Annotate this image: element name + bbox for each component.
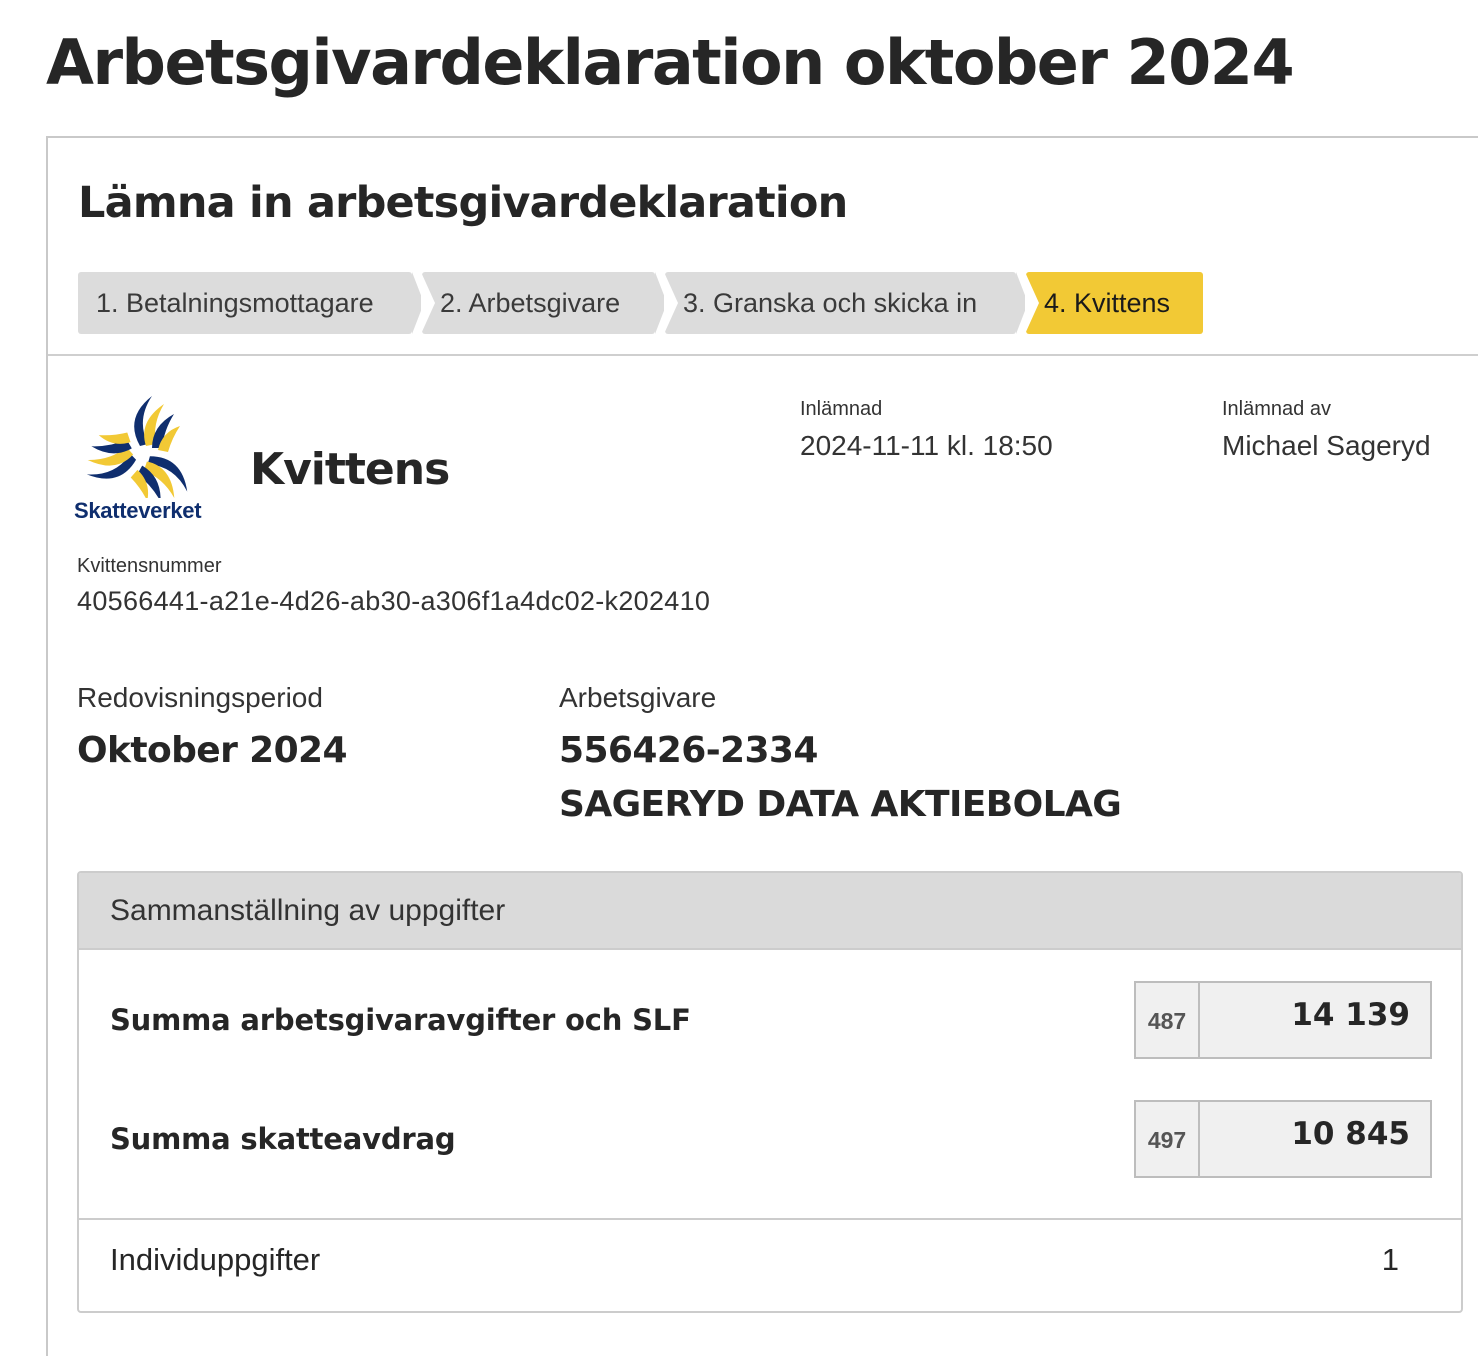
receipt-number-value: 40566441-a21e-4d26-ab30-a306f1a4dc02-k20… bbox=[77, 586, 711, 616]
summary-row: Summa arbetsgivaravgifter och SLF 487 14… bbox=[79, 981, 1461, 1059]
card-header: Lämna in arbetsgivardeklaration 1. Betal… bbox=[48, 138, 1478, 356]
step-arbetsgivare[interactable]: 2. Arbetsgivare bbox=[421, 272, 667, 334]
step-label: 4. Kvittens bbox=[1044, 288, 1171, 318]
field-value: 10 845 bbox=[1291, 1116, 1410, 1152]
submitted-by-label: Inlämnad av bbox=[1222, 398, 1331, 420]
step-label: 1. Betalningsmottagare bbox=[96, 288, 374, 318]
card-title: Lämna in arbetsgivardeklaration bbox=[78, 178, 848, 228]
step-label: 2. Arbetsgivare bbox=[440, 288, 621, 318]
summary-field-487: 487 14 139 bbox=[1134, 981, 1432, 1059]
field-code: 487 bbox=[1136, 983, 1200, 1057]
step-notch bbox=[421, 272, 435, 334]
step-betalningsmottagare[interactable]: 1. Betalningsmottagare bbox=[78, 272, 424, 334]
field-value: 14 139 bbox=[1291, 997, 1410, 1033]
summary-row-label: Summa skatteavdrag bbox=[110, 1122, 456, 1156]
individual-records-count: 1 bbox=[1381, 1242, 1399, 1277]
page-title: Arbetsgivardeklaration oktober 2024 bbox=[46, 26, 1295, 99]
step-label: 3. Granska och skicka in bbox=[683, 288, 978, 318]
period-label: Redovisningsperiod bbox=[77, 682, 323, 713]
summary-row-label: Summa arbetsgivaravgifter och SLF bbox=[110, 1003, 691, 1037]
employer-label: Arbetsgivare bbox=[559, 682, 717, 713]
step-granska-och-skicka-in[interactable]: 3. Granska och skicka in bbox=[664, 272, 1028, 334]
summary-field-497: 497 10 845 bbox=[1134, 1100, 1432, 1178]
submitted-by-value: Michael Sageryd bbox=[1222, 430, 1431, 461]
receipt-title: Kvittens bbox=[250, 444, 450, 495]
skatteverket-emblem-icon bbox=[72, 396, 197, 516]
period-value: Oktober 2024 bbox=[77, 730, 348, 771]
step-notch bbox=[664, 272, 678, 334]
skatteverket-logo: Skatteverket bbox=[72, 392, 222, 528]
summary-row: Summa skatteavdrag 497 10 845 bbox=[79, 1100, 1461, 1178]
summary-heading: Sammanställning av uppgifter bbox=[79, 873, 1461, 950]
individual-records-row: Individuppgifter 1 bbox=[79, 1218, 1461, 1311]
employer-org-number: 556426-2334 bbox=[559, 730, 818, 771]
step-notch bbox=[1025, 272, 1039, 334]
submitted-label: Inlämnad bbox=[800, 398, 883, 420]
field-code: 497 bbox=[1136, 1102, 1200, 1176]
step-kvittens[interactable]: 4. Kvittens bbox=[1025, 272, 1203, 334]
individual-records-label: Individuppgifter bbox=[110, 1242, 321, 1277]
summary-panel: Sammanställning av uppgifter Summa arbet… bbox=[77, 871, 1463, 1313]
employer-name: SAGERYD DATA AKTIEBOLAG bbox=[559, 784, 1122, 825]
receipt-number-label: Kvittensnummer bbox=[77, 555, 222, 577]
submitted-value: 2024-11-11 kl. 18:50 bbox=[800, 430, 1053, 461]
logo-text: Skatteverket bbox=[74, 498, 202, 523]
